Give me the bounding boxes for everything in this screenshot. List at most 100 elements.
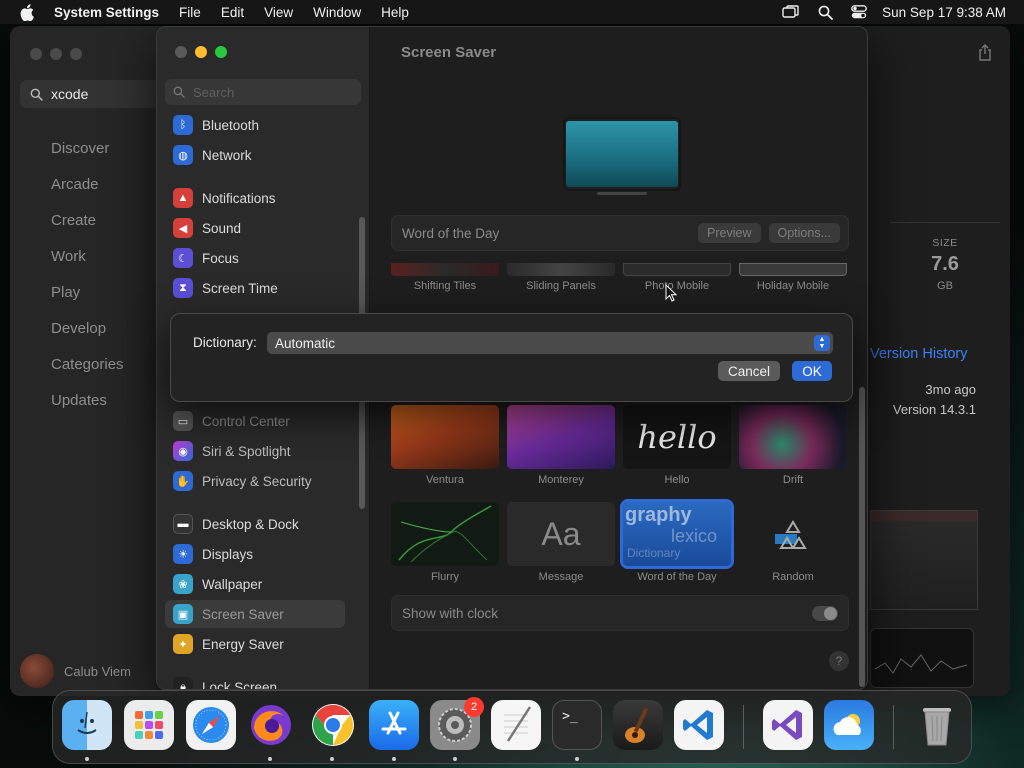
sidebar-item-energy-saver[interactable]: ✦ Energy Saver (165, 630, 345, 658)
nav-updates[interactable]: Updates (10, 382, 170, 418)
dictionary-select[interactable]: Automatic ▲ ▼ (267, 332, 833, 354)
bell-icon: ▲ (173, 188, 193, 208)
sidebar-item-network[interactable]: ◍ Network (165, 141, 345, 169)
cancel-button[interactable]: Cancel (718, 361, 780, 381)
dictionary-options-sheet: Dictionary: Automatic ▲ ▼ Cancel OK (170, 313, 853, 402)
version-number: Version 14.3.1 (892, 402, 976, 417)
preview-button[interactable]: Preview (698, 223, 761, 243)
menu-file[interactable]: File (169, 0, 211, 24)
apple-menu-icon[interactable] (0, 3, 54, 21)
terminal-prompt: >_ (562, 708, 578, 724)
spotlight-search-icon[interactable] (808, 0, 842, 24)
screen-saver-preview (563, 117, 681, 191)
close-dot-icon[interactable] (30, 48, 42, 60)
word-of-the-day-thumbnail[interactable]: graphy lexico Dictionary (620, 499, 734, 569)
sidebar-item-screen-time[interactable]: ⧗ Screen Time (165, 274, 345, 302)
nav-work[interactable]: Work (10, 238, 170, 274)
app-store-icon[interactable] (369, 700, 419, 750)
sidebar-item-bluetooth[interactable]: ᛒ Bluetooth (165, 111, 345, 139)
sidebar-item-wallpaper[interactable]: ❀ Wallpaper (165, 570, 345, 598)
zoom-dot-icon[interactable] (70, 48, 82, 60)
sidebar-item-siri[interactable]: ◉ Siri & Spotlight (165, 437, 345, 465)
nav-play[interactable]: Play (10, 274, 170, 310)
siri-icon: ◉ (173, 441, 193, 461)
sidebar-item-focus[interactable]: ☾ Focus (165, 244, 345, 272)
shifting-tiles-thumbnail[interactable] (391, 263, 499, 276)
vscode-icon[interactable] (674, 700, 724, 750)
trash-icon[interactable] (912, 700, 962, 750)
sidebar-item-displays[interactable]: ☀ Displays (165, 540, 345, 568)
textedit-icon[interactable] (491, 700, 541, 750)
chrome-icon[interactable] (308, 700, 358, 750)
nav-categories[interactable]: Categories (10, 346, 170, 382)
account-button[interactable]: Calub Viem (20, 654, 131, 688)
help-button[interactable]: ? (829, 651, 849, 671)
menu-view[interactable]: View (254, 0, 303, 24)
finder-icon[interactable] (62, 700, 112, 750)
weather-icon[interactable] (824, 700, 874, 750)
menu-app-name[interactable]: System Settings (54, 0, 169, 24)
share-icon[interactable] (978, 44, 992, 64)
nav-create[interactable]: Create (10, 202, 170, 238)
thumbnail-label: Ventura (426, 474, 464, 486)
garageband-icon[interactable] (613, 700, 663, 750)
sliding-panels-thumbnail[interactable] (507, 263, 615, 276)
sidebar-item-control-center[interactable]: ▭ Control Center (165, 407, 345, 435)
sidebar-item-privacy[interactable]: ✋ Privacy & Security (165, 467, 345, 495)
app-store-window-controls (30, 48, 82, 60)
sidebar-item-sound[interactable]: ◀ Sound (165, 214, 345, 242)
nav-develop[interactable]: Develop (10, 310, 170, 346)
shuffle-icon (775, 520, 807, 549)
screenshot-thumbnail[interactable] (870, 628, 974, 688)
menu-window[interactable]: Window (303, 0, 371, 24)
menu-help[interactable]: Help (371, 0, 419, 24)
thumbnail-label: Hello (664, 474, 690, 486)
sidebar-item-lock-screen[interactable]: 🔒︎ Lock Screen (165, 673, 345, 689)
moon-icon: ☾ (173, 248, 193, 268)
visual-studio-icon[interactable] (763, 700, 813, 750)
minimize-dot-icon[interactable] (50, 48, 62, 60)
options-button[interactable]: Options... (768, 223, 840, 243)
sidebar-item-label: Wallpaper (202, 576, 263, 592)
menu-bar-clock[interactable]: Sun Sep 17 9:38 AM (876, 5, 1024, 20)
sidebar-item-notifications[interactable]: ▲ Notifications (165, 184, 345, 212)
monterey-thumbnail[interactable] (507, 405, 615, 469)
control-center-icon[interactable] (842, 0, 876, 24)
screen-mirroring-icon[interactable] (774, 0, 808, 24)
nav-arcade[interactable]: Arcade (10, 166, 170, 202)
dock-separator (743, 705, 744, 749)
menu-edit[interactable]: Edit (211, 0, 254, 24)
message-thumbnail[interactable]: Aa (507, 502, 615, 566)
holiday-mobile-thumbnail[interactable] (739, 263, 847, 276)
drift-thumbnail[interactable] (739, 405, 847, 469)
wod-text-3: Dictionary (627, 546, 681, 560)
wod-text-2: lexico (671, 526, 718, 546)
firefox-icon[interactable] (246, 700, 296, 750)
app-store-search-input[interactable]: xcode (20, 80, 160, 108)
settings-search-input[interactable]: Search (165, 79, 361, 105)
flurry-thumbnail[interactable] (391, 502, 499, 566)
random-thumbnail[interactable] (739, 502, 847, 566)
minimize-button[interactable] (195, 46, 207, 58)
photo-mobile-thumbnail[interactable] (623, 263, 731, 276)
sidebar-item-screen-saver[interactable]: ▣ Screen Saver (165, 600, 345, 628)
content-scrollbar[interactable] (859, 387, 865, 687)
sidebar-item-label: Bluetooth (202, 117, 260, 133)
ventura-thumbnail[interactable] (391, 405, 499, 469)
screenshot-thumbnail[interactable] (870, 510, 978, 610)
sidebar-item-desktop-dock[interactable]: ▬ Desktop & Dock (165, 510, 345, 538)
terminal-icon[interactable]: >_ (552, 700, 602, 750)
safari-icon[interactable] (186, 700, 236, 750)
show-with-clock-toggle[interactable] (812, 605, 838, 621)
ok-button[interactable]: OK (792, 361, 832, 381)
nav-discover[interactable]: Discover (10, 130, 170, 166)
version-history-link[interactable]: Version History (870, 346, 968, 362)
launchpad-icon[interactable] (124, 700, 174, 750)
app-store-nav: Discover Arcade Create Work Play Develop… (10, 130, 170, 418)
hand-icon: ✋ (173, 471, 193, 491)
hello-thumbnail[interactable]: hello (623, 405, 731, 469)
zoom-button[interactable] (215, 46, 227, 58)
sidebar-item-label: Privacy & Security (202, 473, 312, 489)
dock-icon: ▬ (173, 514, 193, 534)
close-button[interactable] (175, 46, 187, 58)
